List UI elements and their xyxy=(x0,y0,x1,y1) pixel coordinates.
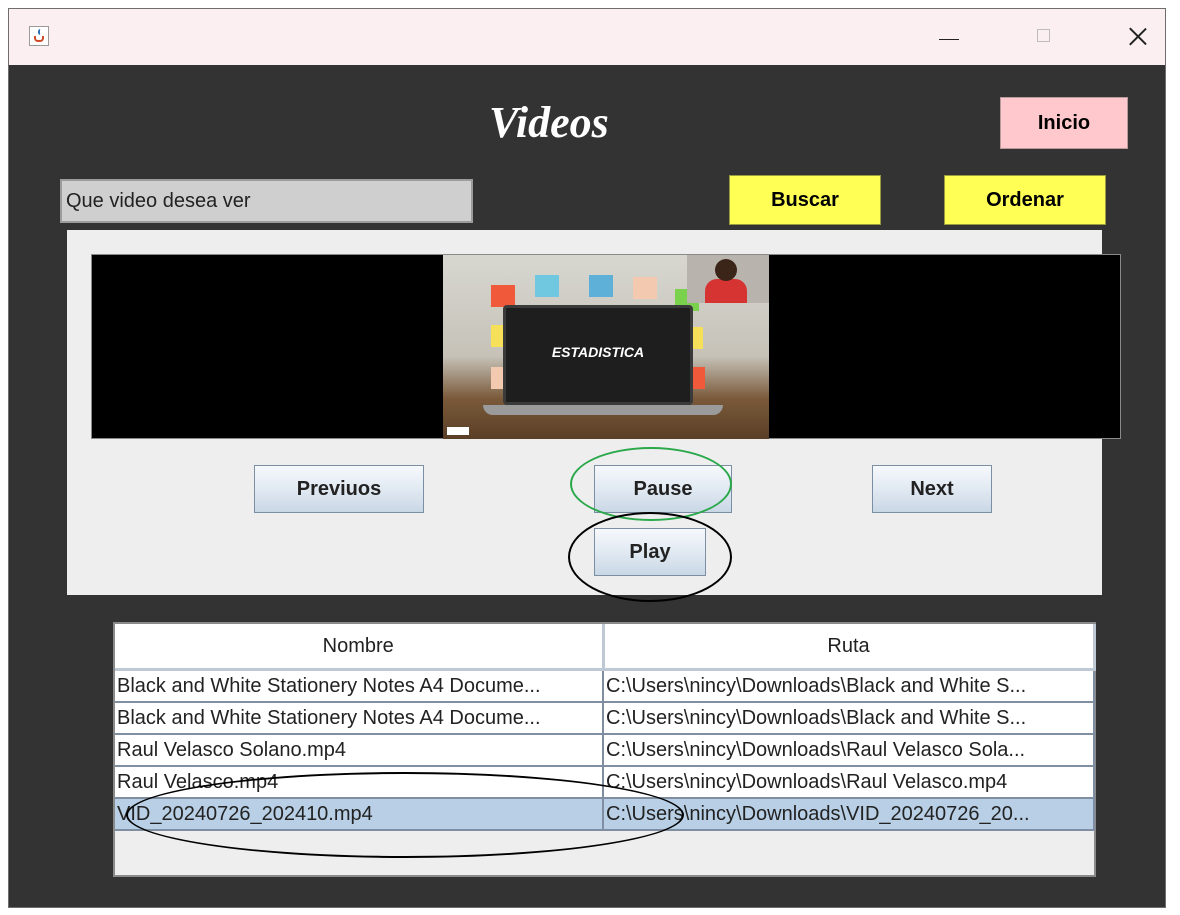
close-icon[interactable] xyxy=(1121,19,1155,53)
next-button[interactable]: Next xyxy=(872,465,992,513)
home-button[interactable]: Inicio xyxy=(1000,97,1128,149)
java-cup-icon[interactable] xyxy=(29,26,49,46)
video-display[interactable]: ESTADISTICA xyxy=(91,254,1121,439)
maximize-icon xyxy=(1037,29,1050,42)
table-row[interactable]: Raul Velasco Solano.mp4 C:\Users\nincy\D… xyxy=(115,734,1095,767)
previous-button[interactable]: Previuos xyxy=(254,465,424,513)
column-header-nombre[interactable]: Nombre xyxy=(115,624,605,671)
minimize-icon[interactable] xyxy=(939,39,959,40)
search-button[interactable]: Buscar xyxy=(729,175,881,225)
player-panel: ESTADISTICA xyxy=(67,230,1121,595)
sort-button[interactable]: Ordenar xyxy=(944,175,1106,225)
watermark-logo xyxy=(447,427,469,435)
play-button[interactable]: Play xyxy=(594,528,706,576)
video-list: Nombre Ruta Black and White Stationery N… xyxy=(115,624,1096,831)
search-input[interactable]: Que video desea ver xyxy=(60,179,473,223)
page-title: Videos xyxy=(489,98,609,147)
cell-ruta[interactable]: C:\Users\nincy\Downloads\Raul Velasco So… xyxy=(603,734,1095,767)
cell-ruta[interactable]: C:\Users\nincy\Downloads\Black and White… xyxy=(603,702,1095,735)
cell-ruta[interactable]: C:\Users\nincy\Downloads\Raul Velasco.mp… xyxy=(603,766,1095,799)
cell-nombre[interactable]: VID_20240726_202410.mp4 xyxy=(115,798,604,831)
pause-button[interactable]: Pause xyxy=(594,465,732,513)
video-table: Nombre Ruta Black and White Stationery N… xyxy=(113,622,1096,877)
cell-nombre[interactable]: Raul Velasco Solano.mp4 xyxy=(115,734,604,767)
laptop-thumbnail: ESTADISTICA xyxy=(503,305,693,405)
table-row-selected[interactable]: VID_20240726_202410.mp4 C:\Users\nincy\D… xyxy=(115,798,1095,831)
table-header: Nombre Ruta xyxy=(115,624,1096,671)
video-frame: ESTADISTICA xyxy=(443,255,769,439)
cell-nombre[interactable]: Black and White Stationery Notes A4 Docu… xyxy=(115,669,604,703)
title-bar xyxy=(9,9,1165,65)
table-row[interactable]: Black and White Stationery Notes A4 Docu… xyxy=(115,702,1095,735)
column-header-ruta[interactable]: Ruta xyxy=(603,624,1096,671)
cell-ruta[interactable]: C:\Users\nincy\Downloads\VID_20240726_20… xyxy=(603,798,1095,831)
thumbnail-title: ESTADISTICA xyxy=(551,344,645,360)
table-row[interactable]: Black and White Stationery Notes A4 Docu… xyxy=(115,669,1095,703)
cell-nombre[interactable]: Raul Velasco.mp4 xyxy=(115,766,604,799)
cell-ruta[interactable]: C:\Users\nincy\Downloads\Black and White… xyxy=(603,669,1095,703)
cell-nombre[interactable]: Black and White Stationery Notes A4 Docu… xyxy=(115,702,604,735)
table-row[interactable]: Raul Velasco.mp4 C:\Users\nincy\Download… xyxy=(115,766,1095,799)
presenter-inset xyxy=(687,255,769,303)
